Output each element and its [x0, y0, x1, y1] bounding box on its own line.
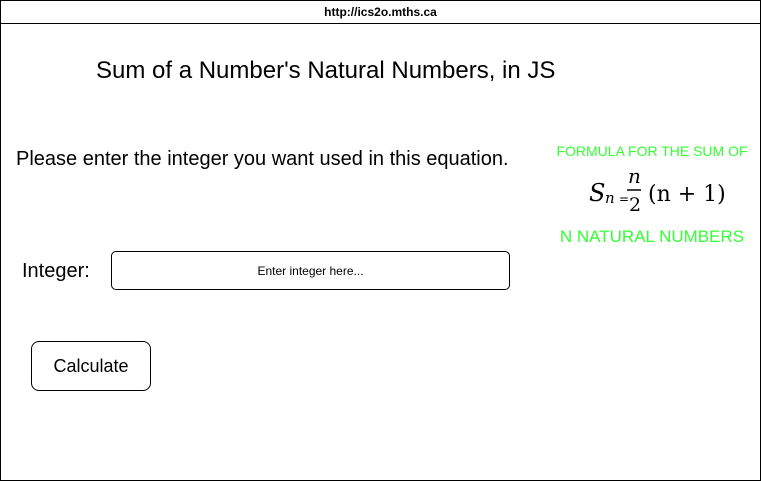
formula-top-caption: FORMULA FOR THE SUM OF	[556, 143, 748, 159]
formula-rhs: (n + 1)	[648, 182, 726, 207]
sum-formula-graphic: S n = n 2 (n + 1)	[589, 164, 726, 216]
instruction-text: Please enter the integer you want used i…	[16, 148, 509, 170]
formula-equals: =	[619, 192, 629, 206]
formula-denominator: 2	[629, 194, 641, 216]
formula-numerator: n	[628, 164, 641, 188]
integer-input[interactable]	[111, 251, 510, 290]
formula-bottom-caption: N NATURAL NUMBERS	[559, 227, 745, 246]
url-bar[interactable]: http://ics2o.mths.ca	[1, 1, 760, 24]
calculate-button[interactable]: Calculate	[31, 341, 151, 391]
browser-window: http://ics2o.mths.ca Sum of a Number's N…	[0, 0, 761, 481]
formula-subscript-n: n	[605, 189, 615, 207]
integer-label: Integer:	[22, 260, 90, 282]
formula-symbol-s: S	[589, 179, 605, 207]
url-text: http://ics2o.mths.ca	[324, 5, 437, 19]
page-title: Sum of a Number's Natural Numbers, in JS	[96, 57, 556, 84]
formula-image: FORMULA FOR THE SUM OF S n = n 2 (n + 1)…	[547, 143, 757, 253]
